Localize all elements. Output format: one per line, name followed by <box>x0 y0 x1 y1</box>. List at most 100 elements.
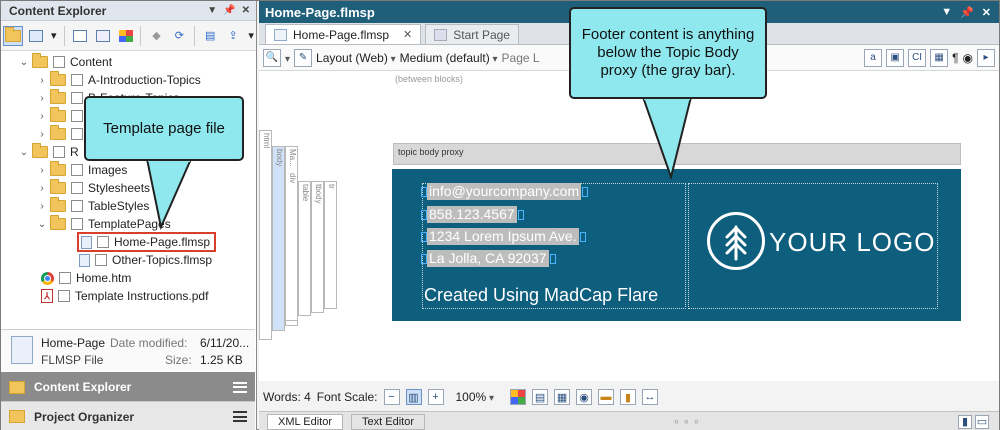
chevron-right-icon[interactable]: › <box>37 111 47 122</box>
chevron-right-icon[interactable]: › <box>37 75 47 86</box>
zoom-dropdown[interactable]: 100% <box>456 390 495 404</box>
font-scale-increase-button[interactable]: + <box>427 389 444 405</box>
footer-block[interactable]: info@yourcompany.com 858.123.4567 1234 L… <box>392 169 961 321</box>
copy-button[interactable] <box>93 26 113 46</box>
structure-bar-body[interactable]: body <box>272 146 285 331</box>
pane-dropdown-icon[interactable]: ▼ <box>207 5 217 16</box>
resize-grip-icon[interactable]: ∘ ∘ ∘ <box>673 415 700 428</box>
export-button[interactable]: ⇪ <box>223 26 243 46</box>
contact-phone[interactable]: 858.123.4567 <box>421 206 524 223</box>
tree-item-label: Images <box>88 163 128 177</box>
tab-xml-editor[interactable]: XML Editor <box>267 413 344 430</box>
tree-item-home-htm[interactable]: Home.htm <box>41 269 131 287</box>
new-item-button[interactable] <box>70 26 90 46</box>
refresh-button[interactable]: ⟳ <box>169 26 189 46</box>
chevron-down-icon[interactable]: ⌄ <box>19 147 29 158</box>
single-view-icon[interactable]: ▭ <box>975 414 989 429</box>
close-icon[interactable]: ✕ <box>242 5 250 16</box>
reset-button[interactable]: ◆ <box>146 26 166 46</box>
view-menu-button[interactable] <box>26 26 46 46</box>
tree-item-r[interactable]: ⌄ R <box>19 143 79 161</box>
page-layout-dropdown[interactable]: Page L <box>502 51 540 65</box>
structure-bar-tbody[interactable]: tbody <box>311 181 324 313</box>
eye-icon[interactable]: ◉ <box>963 51 973 65</box>
tree-item-a-introduction[interactable]: › A-Introduction-Topics <box>37 71 201 89</box>
template-canvas[interactable]: (between blocks) html body Ma... div tab… <box>259 71 999 381</box>
text-format-icon[interactable]: a <box>864 48 883 67</box>
structure-bar-div[interactable]: div <box>285 171 298 321</box>
checkbox[interactable] <box>53 56 65 68</box>
checkbox[interactable] <box>58 290 70 302</box>
tree-item-stylesheets[interactable]: › Stylesheets <box>37 179 150 197</box>
checkbox[interactable] <box>71 128 83 140</box>
medium-dropdown[interactable]: Medium (default) <box>400 51 498 65</box>
tab-start-page[interactable]: Start Page <box>425 24 519 44</box>
checkbox[interactable] <box>71 200 83 212</box>
checkbox[interactable] <box>71 218 83 230</box>
more-icon[interactable]: ▸ <box>977 48 995 67</box>
checkbox[interactable] <box>59 272 71 284</box>
chevron-right-icon[interactable]: › <box>37 183 47 194</box>
content-explorer-dock-button[interactable]: Content Explorer <box>1 372 255 402</box>
pin-icon[interactable]: 📌 <box>223 5 235 16</box>
checkbox[interactable] <box>71 92 83 104</box>
close-tab-icon[interactable]: ✕ <box>403 28 412 41</box>
insert-snippet-icon[interactable]: ▦ <box>930 48 949 67</box>
checkbox[interactable] <box>71 182 83 194</box>
contact-address[interactable]: 1234 Lorem Ipsum Ave. <box>421 228 586 245</box>
tree-item-home-page[interactable]: Home-Page.flmsp <box>77 232 217 252</box>
paragraph-icon[interactable]: ¶ <box>952 51 958 65</box>
checkbox[interactable] <box>53 146 65 158</box>
checkbox[interactable] <box>71 74 83 86</box>
more-dropdown-icon[interactable]: ▾ <box>246 26 256 46</box>
preview-icon[interactable]: 🔍 <box>263 48 281 67</box>
pin-icon[interactable]: 📌 <box>960 6 974 19</box>
split-view-icon[interactable]: ▮ <box>958 414 972 429</box>
chevron-right-icon[interactable]: › <box>37 165 47 176</box>
close-icon[interactable]: ✕ <box>982 6 991 19</box>
insert-variable-icon[interactable]: ▣ <box>886 48 905 67</box>
structure-bar-tr[interactable]: tr <box>324 181 337 309</box>
open-folder-button[interactable] <box>3 25 23 46</box>
font-scale-reset-button[interactable]: ▥ <box>405 389 422 405</box>
tree-item-content[interactable]: ⌄ Content <box>19 53 112 71</box>
tab-text-editor[interactable]: Text Editor <box>351 413 425 430</box>
chevron-right-icon[interactable]: › <box>37 201 47 212</box>
preview-dropdown[interactable] <box>285 51 290 65</box>
tree-item-other-topics[interactable]: Other-Topics.flmsp <box>79 251 212 269</box>
contact-email[interactable]: info@yourcompany.com <box>420 183 589 200</box>
show-markers-icon[interactable]: ◉ <box>576 389 593 405</box>
tree-item-template-instructions[interactable]: ⅄ Template Instructions.pdf <box>41 287 208 305</box>
structure-bar-table[interactable]: table <box>298 181 311 316</box>
tree-item-tablestyles[interactable]: › TableStyles <box>37 197 149 215</box>
project-organizer-dock-button[interactable]: Project Organizer <box>1 401 255 430</box>
structure-bars-icon[interactable]: ▤ <box>532 389 549 405</box>
tiles-button[interactable] <box>116 26 136 46</box>
font-scale-decrease-button[interactable]: − <box>383 389 400 405</box>
horizontal-ruler-icon[interactable]: ▬ <box>598 389 615 405</box>
chevron-down-icon[interactable]: ⌄ <box>37 219 47 230</box>
insert-condition-icon[interactable]: CI <box>908 48 927 67</box>
tab-home-page[interactable]: Home-Page.flmsp ✕ <box>265 24 422 44</box>
chevron-right-icon[interactable]: › <box>37 93 47 104</box>
chevron-right-icon[interactable]: › <box>37 129 47 140</box>
menu-icon[interactable] <box>233 381 247 393</box>
chevron-down-icon[interactable]: ⌄ <box>19 57 29 68</box>
structure-bar-html[interactable]: html <box>259 130 272 340</box>
checkbox[interactable] <box>97 236 109 248</box>
pane-dropdown-icon[interactable]: ▼ <box>941 6 952 19</box>
menu-icon[interactable] <box>233 411 247 422</box>
checkbox[interactable] <box>95 254 107 266</box>
table-structure-icon[interactable]: ▦ <box>554 389 571 405</box>
tiles-icon[interactable] <box>510 389 527 405</box>
vertical-ruler-icon[interactable]: ▮ <box>620 389 637 405</box>
properties-button[interactable]: ▤ <box>200 26 220 46</box>
contact-city[interactable]: La Jolla, CA 92037 <box>421 250 556 267</box>
layout-dropdown[interactable]: Layout (Web) <box>316 51 396 65</box>
checkbox[interactable] <box>71 164 83 176</box>
fit-width-icon[interactable]: ↔ <box>642 389 659 405</box>
view-dropdown-icon[interactable]: ▾ <box>49 26 59 46</box>
checkbox[interactable] <box>71 110 83 122</box>
tree-item-images[interactable]: › Images <box>37 161 127 179</box>
window-icon <box>28 29 43 42</box>
